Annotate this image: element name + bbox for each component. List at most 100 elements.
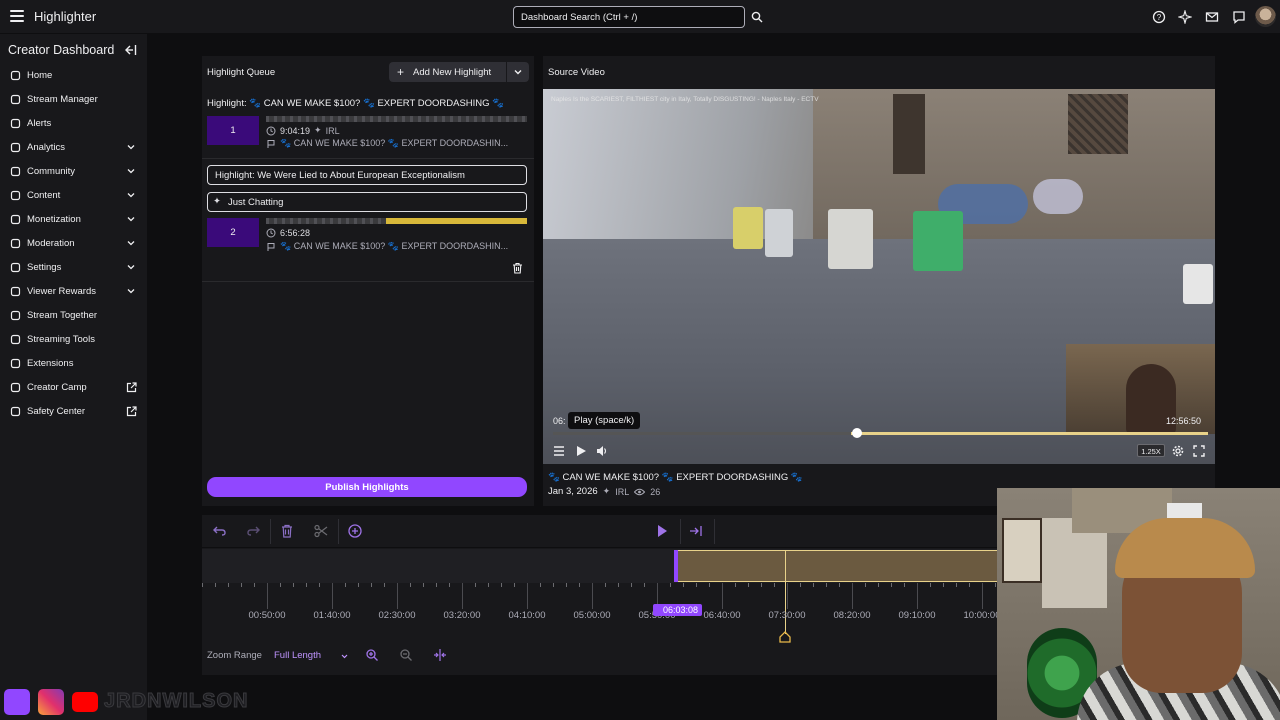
ruler-tick-label: 09:10:00	[898, 610, 936, 621]
inbox-icon[interactable]	[1205, 10, 1219, 24]
sidebar-item-label: Analytics	[27, 141, 66, 153]
highlight-2-source-row: 🐾 CAN WE MAKE $100? 🐾 EXPERT DOORDASHIN.…	[266, 241, 508, 252]
youtube-logo-icon	[72, 692, 98, 712]
sidebar-item-safety-center[interactable]: Safety Center	[0, 399, 147, 423]
sidebar-item-creator-camp[interactable]: Creator Camp	[0, 375, 147, 399]
selection-start-handle[interactable]	[674, 550, 678, 582]
sidebar-item-alerts[interactable]: Alerts	[0, 111, 147, 135]
sidebar-item-label: Viewer Rewards	[27, 285, 96, 297]
timeline-current-time[interactable]: 06:03:08	[653, 604, 703, 616]
jump-to-end-icon[interactable]	[688, 523, 704, 539]
whispers-icon[interactable]	[1232, 10, 1246, 24]
publish-highlights-button[interactable]: Publish Highlights	[207, 477, 527, 497]
play-icon[interactable]	[575, 445, 587, 457]
fullscreen-icon[interactable]	[1193, 445, 1205, 457]
playback-speed-button[interactable]: 1.25X	[1137, 444, 1165, 457]
video-date: Jan 3, 2026	[548, 486, 598, 497]
zoom-out-icon[interactable]	[399, 648, 413, 662]
add-new-highlight-button[interactable]: + Add New Highlight	[389, 62, 529, 82]
avatar[interactable]	[1255, 6, 1276, 27]
stream-together-icon	[9, 309, 21, 321]
monetization-icon	[9, 213, 21, 225]
playhead-marker-icon[interactable]	[779, 631, 791, 643]
streaming-tools-icon	[9, 333, 21, 345]
settings-icon	[9, 261, 21, 273]
app-title: Highlighter	[34, 9, 97, 24]
sidebar-item-settings[interactable]: Settings	[0, 255, 147, 279]
timeline-play-icon[interactable]	[654, 523, 670, 539]
settings-gear-icon[interactable]	[1172, 445, 1184, 457]
sidebar-item-label: Extensions	[27, 357, 74, 369]
menu-icon[interactable]	[10, 10, 24, 22]
highlight-2-meta: 6:56:28	[266, 228, 310, 238]
chevron-down-icon	[126, 190, 136, 200]
sidebar-item-content[interactable]: Content	[0, 183, 147, 207]
sidebar-item-viewer-rewards[interactable]: Viewer Rewards	[0, 279, 147, 303]
sidebar-item-extensions[interactable]: Extensions	[0, 351, 147, 375]
ruler-major-tick	[917, 583, 918, 609]
highlight-1-title[interactable]: Highlight: 🐾 CAN WE MAKE $100? 🐾 EXPERT …	[207, 98, 504, 109]
external-link-icon	[126, 406, 137, 417]
highlight-2-range-bar	[386, 218, 527, 224]
flag-icon	[267, 139, 275, 148]
sidebar-item-home[interactable]: Home	[0, 63, 147, 87]
redo-icon[interactable]	[245, 523, 261, 539]
sidebar-title: Creator Dashboard	[8, 43, 115, 57]
ruler-major-tick	[462, 583, 463, 609]
ruler-major-tick	[332, 583, 333, 609]
chevron-down-icon[interactable]	[513, 67, 523, 77]
highlight-1-source-row: 🐾 CAN WE MAKE $100? 🐾 EXPERT DOORDASHIN.…	[266, 138, 508, 149]
sidebar-item-moderation[interactable]: Moderation	[0, 231, 147, 255]
sidebar-item-label: Community	[27, 165, 76, 177]
sidebar-item-streaming-tools[interactable]: Streaming Tools	[0, 327, 147, 351]
chapters-icon[interactable]	[553, 445, 565, 457]
ruler-tick-label: 00:50:00	[248, 610, 286, 621]
scissors-icon[interactable]	[313, 523, 329, 539]
fit-timeline-icon[interactable]	[433, 648, 447, 662]
add-circle-icon[interactable]	[347, 523, 363, 539]
ruler-major-tick	[982, 583, 983, 609]
highlight-1-number[interactable]: 1	[207, 116, 259, 145]
streamer-webcam	[997, 488, 1280, 720]
content-icon	[9, 189, 21, 201]
timeline-ruler[interactable]: 00:50:00 01:40:00 02:30:00 03:20:00 04:10:00…	[202, 583, 1002, 635]
highlight-2-number[interactable]: 2	[207, 218, 259, 247]
dashboard-search-input[interactable]: Dashboard Search (Ctrl + /)	[513, 6, 745, 28]
collapse-sidebar-icon[interactable]	[124, 44, 137, 56]
sidebar-item-stream-together[interactable]: Stream Together	[0, 303, 147, 327]
timeline-editor: 00:50:00 01:40:00 02:30:00 03:20:00 04:10:00…	[202, 515, 1002, 675]
flag-icon	[267, 242, 275, 251]
highlight-1-range-bar	[266, 116, 527, 122]
highlight-2-title-input[interactable]: Highlight: We Were Lied to About Europea…	[207, 165, 527, 185]
highlight-queue-header: Highlight Queue	[207, 67, 276, 78]
add-new-highlight-label: Add New Highlight	[413, 67, 492, 78]
delete-icon[interactable]	[279, 523, 295, 539]
sparkle-icon[interactable]	[1178, 10, 1192, 24]
ruler-tick-label: 07:30:00	[768, 610, 806, 621]
delete-highlight-icon[interactable]	[512, 262, 523, 274]
sidebar-item-label: Monetization	[27, 213, 81, 225]
video-scrub-handle[interactable]	[852, 428, 862, 438]
zoom-range-select[interactable]: Full Length	[274, 650, 348, 661]
sidebar-item-label: Streaming Tools	[27, 333, 95, 345]
alerts-icon	[9, 117, 21, 129]
video-player[interactable]: Naples Is the SCARIEST, FILTHIEST city i…	[543, 89, 1215, 464]
undo-icon[interactable]	[212, 523, 228, 539]
svg-text:?: ?	[1157, 13, 1162, 22]
source-video-header: Source Video	[548, 67, 605, 78]
sidebar-item-monetization[interactable]: Monetization	[0, 207, 147, 231]
ruler-major-tick	[527, 583, 528, 609]
help-icon[interactable]: ?	[1152, 10, 1166, 24]
chevron-down-icon	[126, 142, 136, 152]
sidebar-item-analytics[interactable]: Analytics	[0, 135, 147, 159]
highlight-1-source: 🐾 CAN WE MAKE $100? 🐾 EXPERT DOORDASHIN.…	[280, 138, 509, 148]
highlight-2-category-input[interactable]: ✦ Just Chatting	[207, 192, 527, 212]
search-button[interactable]	[747, 6, 767, 28]
highlight-selection-range[interactable]	[676, 550, 1002, 582]
sidebar-item-stream-manager[interactable]: Stream Manager	[0, 87, 147, 111]
search-icon	[751, 11, 763, 23]
volume-icon[interactable]	[596, 445, 608, 457]
video-current-time: 06:	[553, 416, 566, 426]
sidebar-item-community[interactable]: Community	[0, 159, 147, 183]
zoom-in-icon[interactable]	[365, 648, 379, 662]
